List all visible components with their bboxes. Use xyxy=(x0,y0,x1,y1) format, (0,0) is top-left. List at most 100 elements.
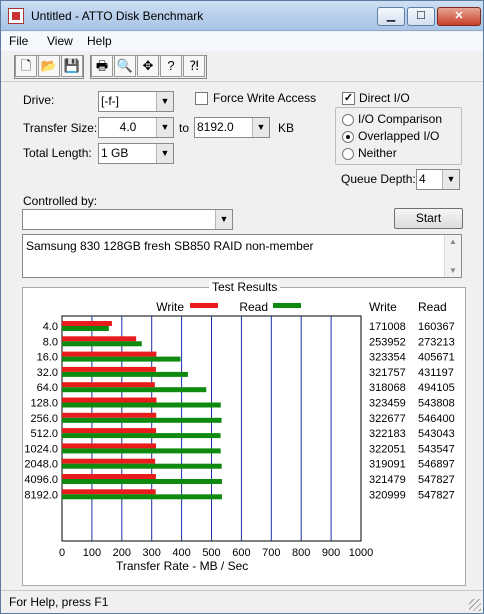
transfer-size-to-select[interactable]: 8192.0 ▼ xyxy=(194,117,270,138)
chevron-down-icon[interactable]: ▼ xyxy=(215,210,232,229)
toolbar: 🗋 📂 💾 🖶 🔍 ✥ ? ⁈ xyxy=(1,52,483,82)
description-field[interactable]: Samsung 830 128GB fresh SB850 RAID non-m… xyxy=(22,234,462,278)
write-bar xyxy=(62,366,156,372)
write-bar xyxy=(62,489,156,495)
print-preview-icon[interactable]: 🔍 xyxy=(114,55,136,77)
kb-label: KB xyxy=(278,121,295,135)
chevron-down-icon[interactable]: ▼ xyxy=(156,92,173,111)
read-value: 273213 xyxy=(418,336,455,348)
chevron-down-icon[interactable]: ▼ xyxy=(156,144,173,163)
description-scrollbar[interactable]: ▲ ▼ xyxy=(444,235,461,277)
queue-depth-select[interactable]: 4 ▼ xyxy=(416,169,460,190)
y-tick-label: 32.0 xyxy=(37,367,58,379)
write-bar xyxy=(62,321,112,326)
read-value: 431197 xyxy=(418,367,454,379)
save-icon[interactable]: 💾 xyxy=(61,55,83,77)
overlapped-io-radio[interactable] xyxy=(342,131,354,143)
scroll-down-icon[interactable]: ▼ xyxy=(449,266,457,275)
open-folder-icon[interactable]: 📂 xyxy=(38,55,60,77)
y-tick-label: 4096.0 xyxy=(24,474,58,486)
force-write-checkbox[interactable] xyxy=(195,92,208,105)
read-bar xyxy=(62,371,188,377)
y-tick-label: 4.0 xyxy=(43,321,58,333)
write-value: 322183 xyxy=(369,428,406,440)
read-bar xyxy=(62,356,181,362)
x-tick-label: 700 xyxy=(262,547,280,559)
y-tick-label: 512.0 xyxy=(30,428,58,440)
force-write-label: Force Write Access xyxy=(213,91,317,105)
total-length-label: Total Length: xyxy=(23,146,92,160)
menu-bar: File View Help xyxy=(1,32,483,51)
write-column-header: Write xyxy=(369,300,397,314)
help-icon[interactable]: ? xyxy=(160,55,182,77)
drive-label: Drive: xyxy=(23,93,55,107)
x-axis-label: Transfer Rate - MB / Sec xyxy=(116,559,248,573)
read-value: 546897 xyxy=(418,459,455,471)
x-tick-label: 200 xyxy=(113,547,131,559)
menu-help[interactable]: Help xyxy=(87,34,112,48)
direct-io-checkbox[interactable]: ✓ xyxy=(342,92,355,105)
x-tick-label: 800 xyxy=(292,547,310,559)
menu-view[interactable]: View xyxy=(47,34,73,48)
write-bar xyxy=(62,443,157,449)
start-button[interactable]: Start xyxy=(394,208,463,229)
controlled-by-label: Controlled by: xyxy=(23,194,98,208)
x-tick-label: 100 xyxy=(83,547,101,559)
read-value: 543547 xyxy=(418,443,455,455)
scroll-up-icon[interactable]: ▲ xyxy=(449,237,457,246)
chevron-down-icon[interactable]: ▼ xyxy=(156,118,173,137)
legend-write-label: Write xyxy=(156,300,184,314)
chevron-down-icon[interactable]: ▼ xyxy=(252,118,269,137)
read-value: 543043 xyxy=(418,428,455,440)
queue-depth-value: 4 xyxy=(419,172,426,186)
context-help-icon[interactable]: ⁈ xyxy=(183,55,205,77)
read-bar xyxy=(62,341,142,347)
maximize-button[interactable]: ☐ xyxy=(407,7,435,26)
legend-read-label: Read xyxy=(239,300,268,314)
title-bar[interactable]: Untitled - ATTO Disk Benchmark ▁ ☐ ✕ xyxy=(1,1,483,31)
write-value: 321479 xyxy=(369,474,406,486)
read-bar xyxy=(62,494,222,500)
total-length-select[interactable]: 1 GB ▼ xyxy=(98,143,174,164)
write-bar xyxy=(62,397,157,403)
minimize-button[interactable]: ▁ xyxy=(377,7,405,26)
read-value: 547827 xyxy=(418,489,455,501)
y-tick-label: 2048.0 xyxy=(24,459,58,471)
write-bar xyxy=(62,382,155,388)
transfer-size-label: Transfer Size: xyxy=(23,121,98,135)
read-bar xyxy=(62,402,221,408)
y-tick-label: 64.0 xyxy=(37,382,58,394)
controlled-by-select[interactable]: ▼ xyxy=(22,209,233,230)
status-text: For Help, press F1 xyxy=(9,595,109,609)
io-comparison-label: I/O Comparison xyxy=(358,112,443,126)
to-label: to xyxy=(179,121,190,135)
read-bar xyxy=(62,417,222,423)
read-bar xyxy=(62,387,207,393)
window-title: Untitled - ATTO Disk Benchmark xyxy=(31,9,204,23)
drive-select[interactable]: [-f-] ▼ xyxy=(98,91,174,112)
results-chart: Write Read Write Read Transfer Rate - MB… xyxy=(24,300,455,573)
read-value: 543808 xyxy=(418,398,455,410)
queue-depth-label: Queue Depth: xyxy=(341,172,416,186)
chevron-down-icon[interactable]: ▼ xyxy=(442,170,459,189)
y-tick-label: 8192.0 xyxy=(24,489,58,501)
close-button[interactable]: ✕ xyxy=(437,7,481,26)
y-tick-label: 8.0 xyxy=(43,336,58,348)
status-bar: For Help, press F1 xyxy=(1,590,483,613)
read-column-header: Read xyxy=(418,300,447,314)
menu-file[interactable]: File xyxy=(9,34,28,48)
new-file-icon[interactable]: 🗋 xyxy=(15,55,37,77)
direct-io-label: Direct I/O xyxy=(359,91,410,105)
y-tick-label: 256.0 xyxy=(30,413,58,425)
drive-value: [-f-] xyxy=(101,94,119,108)
print-icon[interactable]: 🖶 xyxy=(91,55,113,77)
read-value: 547827 xyxy=(418,474,455,486)
move-icon[interactable]: ✥ xyxy=(137,55,159,77)
write-value: 323354 xyxy=(369,352,406,364)
resize-grip[interactable] xyxy=(469,599,481,611)
write-bar xyxy=(62,458,156,464)
neither-radio[interactable] xyxy=(342,148,354,160)
read-bar xyxy=(62,479,222,484)
transfer-size-from-select[interactable]: 4.0 ▼ xyxy=(98,117,174,138)
io-comparison-radio[interactable] xyxy=(342,114,354,126)
